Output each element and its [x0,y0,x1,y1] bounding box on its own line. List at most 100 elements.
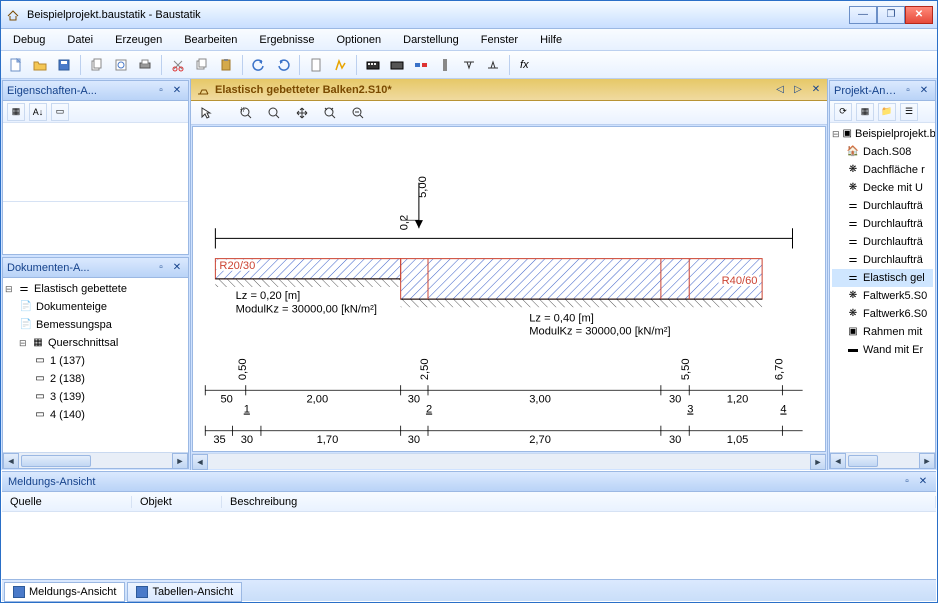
panel-autohide-icon[interactable]: ▫ [901,84,915,98]
tree-item[interactable]: Durchlaufträ [863,216,923,232]
documents-tree[interactable]: ⊟⚌Elastisch gebettete 📄Dokumenteige 📄Bem… [3,278,188,452]
copy-doc-icon[interactable] [86,54,108,76]
link-icon[interactable] [410,54,432,76]
pan-icon[interactable] [291,102,313,124]
doc-prev-icon[interactable]: ◁ [773,83,787,97]
prop-sort-icon[interactable]: A↓ [29,103,47,121]
col-icon[interactable] [434,54,456,76]
menu-erzeugen[interactable]: Erzeugen [111,32,166,48]
tree-item[interactable]: 2 (138) [50,371,85,387]
scroll-left-icon[interactable]: ◄ [192,454,208,470]
support-bot-icon[interactable] [482,54,504,76]
undo-icon[interactable] [248,54,270,76]
table-icon [136,586,148,598]
svg-text:5,00: 5,00 [417,176,429,198]
panel-close-icon[interactable]: ✕ [170,84,184,98]
tree-item[interactable]: 3 (139) [50,389,85,405]
tree-item[interactable]: 4 (140) [50,407,85,423]
tab-tabellen[interactable]: Tabellen-Ansicht [127,582,242,602]
proj-props-icon[interactable]: ☰ [900,103,918,121]
col-source[interactable]: Quelle [2,496,132,508]
canvas-hscroll[interactable]: ◄ ► [192,453,826,469]
calc-icon[interactable] [329,54,351,76]
tree-item[interactable]: Durchlaufträ [863,252,923,268]
scroll-thumb[interactable] [848,455,878,467]
tree-item[interactable]: Dach.S08 [863,144,911,160]
tree-root[interactable]: Beispielprojekt.b [855,126,935,142]
tree-item[interactable]: Querschnittsal [48,335,118,351]
paste-icon[interactable] [215,54,237,76]
tree-item[interactable]: Wand mit Er [863,342,923,358]
copy-icon[interactable] [191,54,213,76]
panel-close-icon[interactable]: ✕ [916,475,930,489]
support-top-icon[interactable] [458,54,480,76]
scroll-left-icon[interactable]: ◄ [830,453,846,469]
scroll-right-icon[interactable]: ► [919,453,935,469]
panel-close-icon[interactable]: ✕ [917,84,931,98]
tree-item[interactable]: Durchlaufträ [863,198,923,214]
tree-item[interactable]: Elastisch gel [863,270,925,286]
scroll-thumb[interactable] [21,455,91,467]
zoom-prev-icon[interactable] [347,102,369,124]
proj-refresh-icon[interactable]: ⟳ [834,103,852,121]
scroll-right-icon[interactable]: ► [172,453,188,469]
tree-item[interactable]: Dokumenteige [36,299,107,315]
maximize-button[interactable]: ❐ [877,6,905,24]
zoom-extents-icon[interactable] [319,102,341,124]
tree-item[interactable]: 1 (137) [50,353,85,369]
tree-item[interactable]: Dachfläche r [863,162,925,178]
tab-meldungs[interactable]: Meldungs-Ansicht [4,582,125,602]
save-icon[interactable] [53,54,75,76]
prop-categorize-icon[interactable]: ▦ [7,103,25,121]
close-button[interactable]: ✕ [905,6,933,24]
col-description[interactable]: Beschreibung [222,496,936,508]
menu-ergebnisse[interactable]: Ergebnisse [255,32,318,48]
menu-datei[interactable]: Datei [63,32,97,48]
page-icon[interactable] [305,54,327,76]
project-hscroll[interactable]: ◄ ► [830,452,935,468]
zoom-window-icon[interactable] [235,102,257,124]
new-doc-icon[interactable] [5,54,27,76]
redo-icon[interactable] [272,54,294,76]
project-tree[interactable]: ⊟▣Beispielprojekt.b 🏠Dach.S08 ❋Dachfläch… [830,123,935,452]
print-icon[interactable] [134,54,156,76]
panel-close-icon[interactable]: ✕ [170,261,184,275]
menu-bearbeiten[interactable]: Bearbeiten [180,32,241,48]
col-object[interactable]: Objekt [132,496,222,508]
minimize-button[interactable]: — [849,6,877,24]
tree-item[interactable]: Bemessungspa [36,317,112,333]
tree-item[interactable]: Rahmen mit [863,324,922,340]
document-tab-title[interactable]: Elastisch gebetteter Balken2.S10* [215,84,769,96]
preview-icon[interactable] [110,54,132,76]
tree-root[interactable]: Elastisch gebettete [34,281,127,297]
doc-close-icon[interactable]: ✕ [809,83,823,97]
panel-autohide-icon[interactable]: ▫ [154,261,168,275]
cursor-icon[interactable] [195,102,217,124]
scroll-right-icon[interactable]: ► [810,454,826,470]
keyboard2-icon[interactable] [386,54,408,76]
panel-autohide-icon[interactable]: ▫ [154,84,168,98]
fx-icon[interactable]: fx [515,54,534,76]
tree-item[interactable]: Durchlaufträ [863,234,923,250]
menu-fenster[interactable]: Fenster [477,32,522,48]
tree-item[interactable]: Decke mit U [863,180,923,196]
zoom-icon[interactable] [263,102,285,124]
scroll-left-icon[interactable]: ◄ [3,453,19,469]
tree-item[interactable]: Faltwerk5.S0 [863,288,927,304]
proj-showall-icon[interactable]: ▦ [856,103,874,121]
keyboard-icon[interactable] [362,54,384,76]
menu-debug[interactable]: Debug [9,32,49,48]
prop-page-icon[interactable]: ▭ [51,103,69,121]
menu-optionen[interactable]: Optionen [332,32,385,48]
roof-icon: 🏠 [846,146,860,158]
cut-icon[interactable] [167,54,189,76]
proj-folder-icon[interactable]: 📁 [878,103,896,121]
menu-hilfe[interactable]: Hilfe [536,32,566,48]
open-icon[interactable] [29,54,51,76]
menu-darstellung[interactable]: Darstellung [399,32,463,48]
doc-next-icon[interactable]: ▷ [791,83,805,97]
drawing-canvas[interactable]: 5,00 0,2 R20/30 [192,126,826,452]
tree-item[interactable]: Faltwerk6.S0 [863,306,927,322]
panel-autohide-icon[interactable]: ▫ [900,475,914,489]
docs-hscroll[interactable]: ◄ ► [3,452,188,468]
